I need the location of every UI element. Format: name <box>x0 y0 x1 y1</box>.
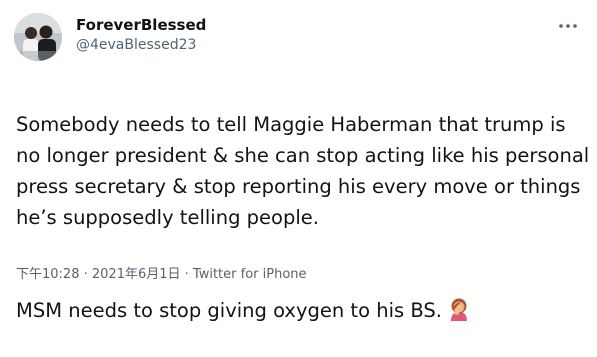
display-name[interactable]: ForeverBlessed <box>76 16 206 34</box>
tweet-meta: 下午10:28 · 2021年6月1日 · Twitter for iPhone <box>16 263 307 282</box>
tweet-paragraph-2: MSM needs to stop giving oxygen to his B… <box>16 295 591 326</box>
tweet-time[interactable]: 下午10:28 <box>16 267 79 282</box>
tweet-paragraph-2-text: MSM needs to stop giving oxygen to his B… <box>16 299 442 322</box>
tweet-date[interactable]: 2021年6月1日 <box>92 267 181 282</box>
more-options-button[interactable] <box>556 18 580 32</box>
tweet-source[interactable]: Twitter for iPhone <box>193 267 307 282</box>
woman-facepalming-emoji-icon <box>448 297 470 321</box>
tweet-text: Somebody needs to tell Maggie Haberman t… <box>16 78 591 357</box>
avatar-photo <box>14 13 62 61</box>
more-horizontal-icon <box>559 24 577 28</box>
meta-separator: · <box>180 267 193 282</box>
meta-separator: · <box>79 267 92 282</box>
user-handle[interactable]: @4evaBlessed23 <box>76 37 196 53</box>
tweet-paragraph-1: Somebody needs to tell Maggie Haberman t… <box>16 113 590 229</box>
tweet-card: ForeverBlessed @4evaBlessed23 Somebody n… <box>0 0 597 322</box>
avatar[interactable] <box>14 13 62 61</box>
